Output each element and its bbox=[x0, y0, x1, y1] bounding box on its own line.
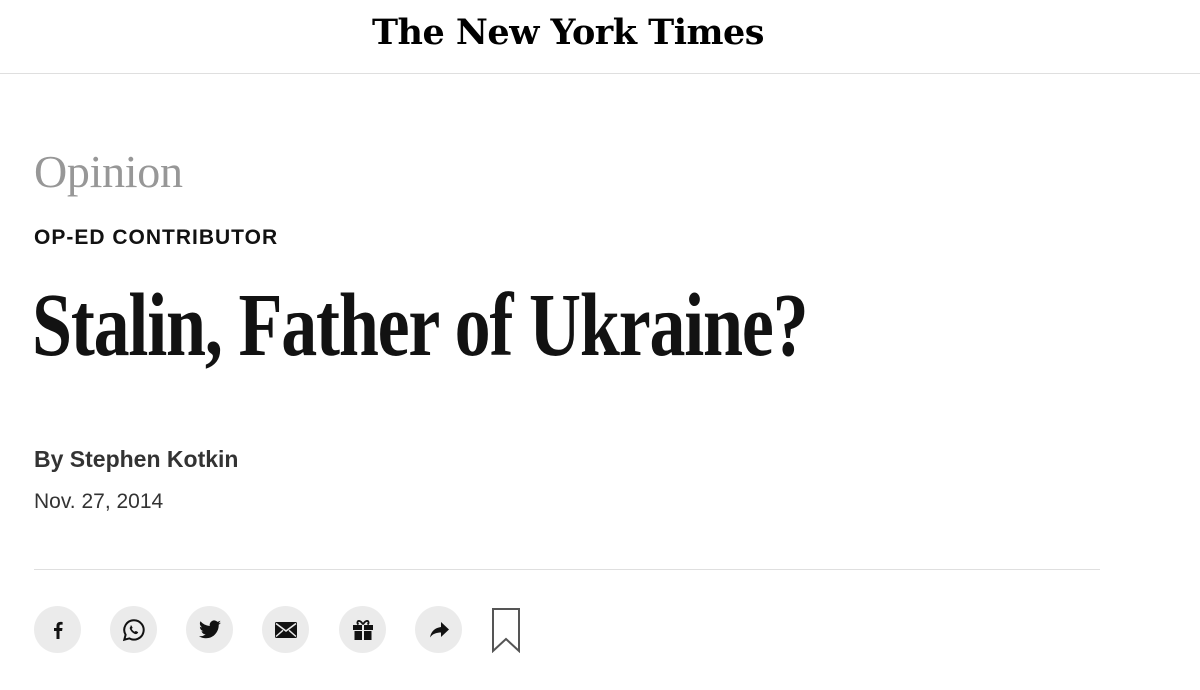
share-email-button[interactable] bbox=[262, 606, 309, 653]
article-byline[interactable]: By Stephen Kotkin bbox=[34, 446, 238, 473]
divider bbox=[34, 569, 1100, 570]
article-date: Nov. 27, 2014 bbox=[34, 490, 164, 513]
gift-icon bbox=[351, 618, 375, 642]
mail-icon bbox=[274, 621, 298, 639]
section-label-opinion[interactable]: Opinion bbox=[34, 145, 183, 198]
share-whatsapp-button[interactable] bbox=[110, 606, 157, 653]
bookmark-icon bbox=[491, 607, 521, 658]
facebook-icon bbox=[48, 620, 68, 640]
nyt-logo[interactable]: The New York Times bbox=[0, 12, 1136, 53]
twitter-icon bbox=[198, 619, 222, 641]
article-headline: Stalin, Father of Ukraine? bbox=[32, 276, 809, 375]
whatsapp-icon bbox=[121, 617, 147, 643]
share-arrow-icon bbox=[427, 620, 451, 640]
share-facebook-button[interactable] bbox=[34, 606, 81, 653]
article-kicker: OP-ED CONTRIBUTOR bbox=[34, 226, 279, 249]
gift-article-button[interactable] bbox=[339, 606, 386, 653]
share-more-button[interactable] bbox=[415, 606, 462, 653]
save-article-button[interactable] bbox=[491, 607, 521, 658]
masthead: The New York Times bbox=[0, 0, 1200, 74]
share-twitter-button[interactable] bbox=[186, 606, 233, 653]
